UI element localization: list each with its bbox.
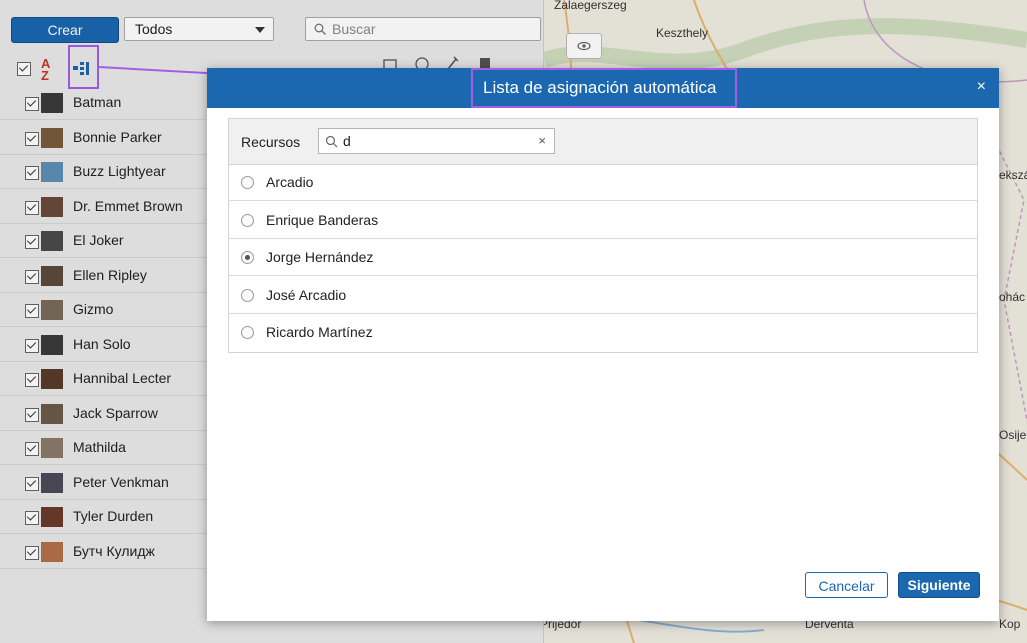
clear-icon[interactable]: ×: [538, 133, 546, 148]
search-icon: [325, 135, 338, 148]
title-highlight: [471, 68, 737, 108]
next-button[interactable]: Siguiente: [898, 572, 980, 598]
radio-button[interactable]: [241, 326, 254, 340]
resource-option-label: Jorge Hernández: [266, 249, 374, 266]
resources-header: Recursos d ×: [229, 119, 977, 165]
radio-button[interactable]: [241, 213, 254, 227]
resource-option[interactable]: José Arcadio: [229, 277, 977, 314]
dialog-header: Lista de asignación automática ×: [207, 68, 999, 108]
resource-option-label: Arcadio: [266, 174, 314, 190]
resource-option-label: José Arcadio: [266, 286, 347, 303]
resource-option-label: Enrique Banderas: [266, 211, 379, 228]
resource-option[interactable]: Jorge Hernández: [229, 239, 977, 277]
resource-option[interactable]: Enrique Banderas: [229, 202, 977, 239]
resource-option-label: Ricardo Martínez: [266, 324, 373, 341]
cancel-button[interactable]: Cancelar: [805, 572, 888, 598]
auto-assign-dialog: Lista de asignación automática × Recurso…: [207, 68, 999, 621]
resource-option[interactable]: Ricardo Martínez: [229, 314, 977, 351]
search-value: d: [343, 133, 351, 149]
resource-option[interactable]: Arcadio: [229, 164, 977, 201]
resources-label: Recursos: [241, 134, 301, 150]
radio-button[interactable]: [241, 176, 254, 189]
resources-search-input[interactable]: d ×: [318, 128, 555, 154]
close-icon[interactable]: ×: [977, 79, 986, 95]
resources-box: Recursos d × Arcadio Enrique Banderas Jorg…: [228, 118, 978, 353]
radio-button[interactable]: [241, 288, 254, 302]
radio-button[interactable]: [241, 251, 254, 265]
